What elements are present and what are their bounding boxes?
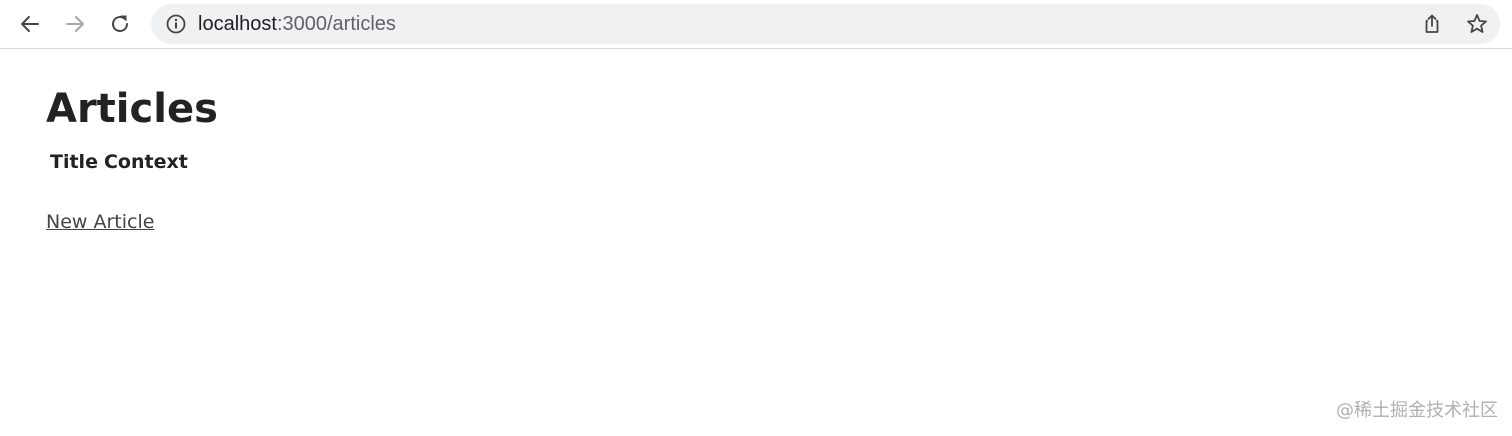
url-text[interactable]: localhost:3000/articles bbox=[198, 4, 396, 44]
share-icon[interactable] bbox=[1420, 12, 1444, 36]
table-header-title: Title bbox=[50, 151, 98, 173]
articles-table: Title Context bbox=[50, 150, 188, 174]
reload-button[interactable] bbox=[103, 7, 137, 41]
forward-button[interactable] bbox=[58, 7, 92, 41]
page-title: Articles bbox=[46, 86, 218, 132]
info-icon[interactable] bbox=[165, 13, 187, 35]
address-bar[interactable]: localhost:3000/articles bbox=[151, 4, 1500, 44]
watermark: @稀土掘金技术社区 bbox=[1336, 400, 1498, 421]
table-header-context: Context bbox=[103, 151, 188, 173]
arrow-left-icon bbox=[21, 16, 39, 32]
star-icon[interactable] bbox=[1465, 12, 1489, 36]
back-button[interactable] bbox=[13, 7, 47, 41]
new-article-link[interactable]: New Article bbox=[46, 210, 154, 234]
reload-icon bbox=[112, 15, 128, 32]
browser-toolbar: localhost:3000/articles bbox=[0, 0, 1512, 49]
url-host: localhost bbox=[198, 13, 277, 35]
url-path: :3000/articles bbox=[276, 13, 396, 35]
arrow-right-icon bbox=[66, 16, 84, 32]
